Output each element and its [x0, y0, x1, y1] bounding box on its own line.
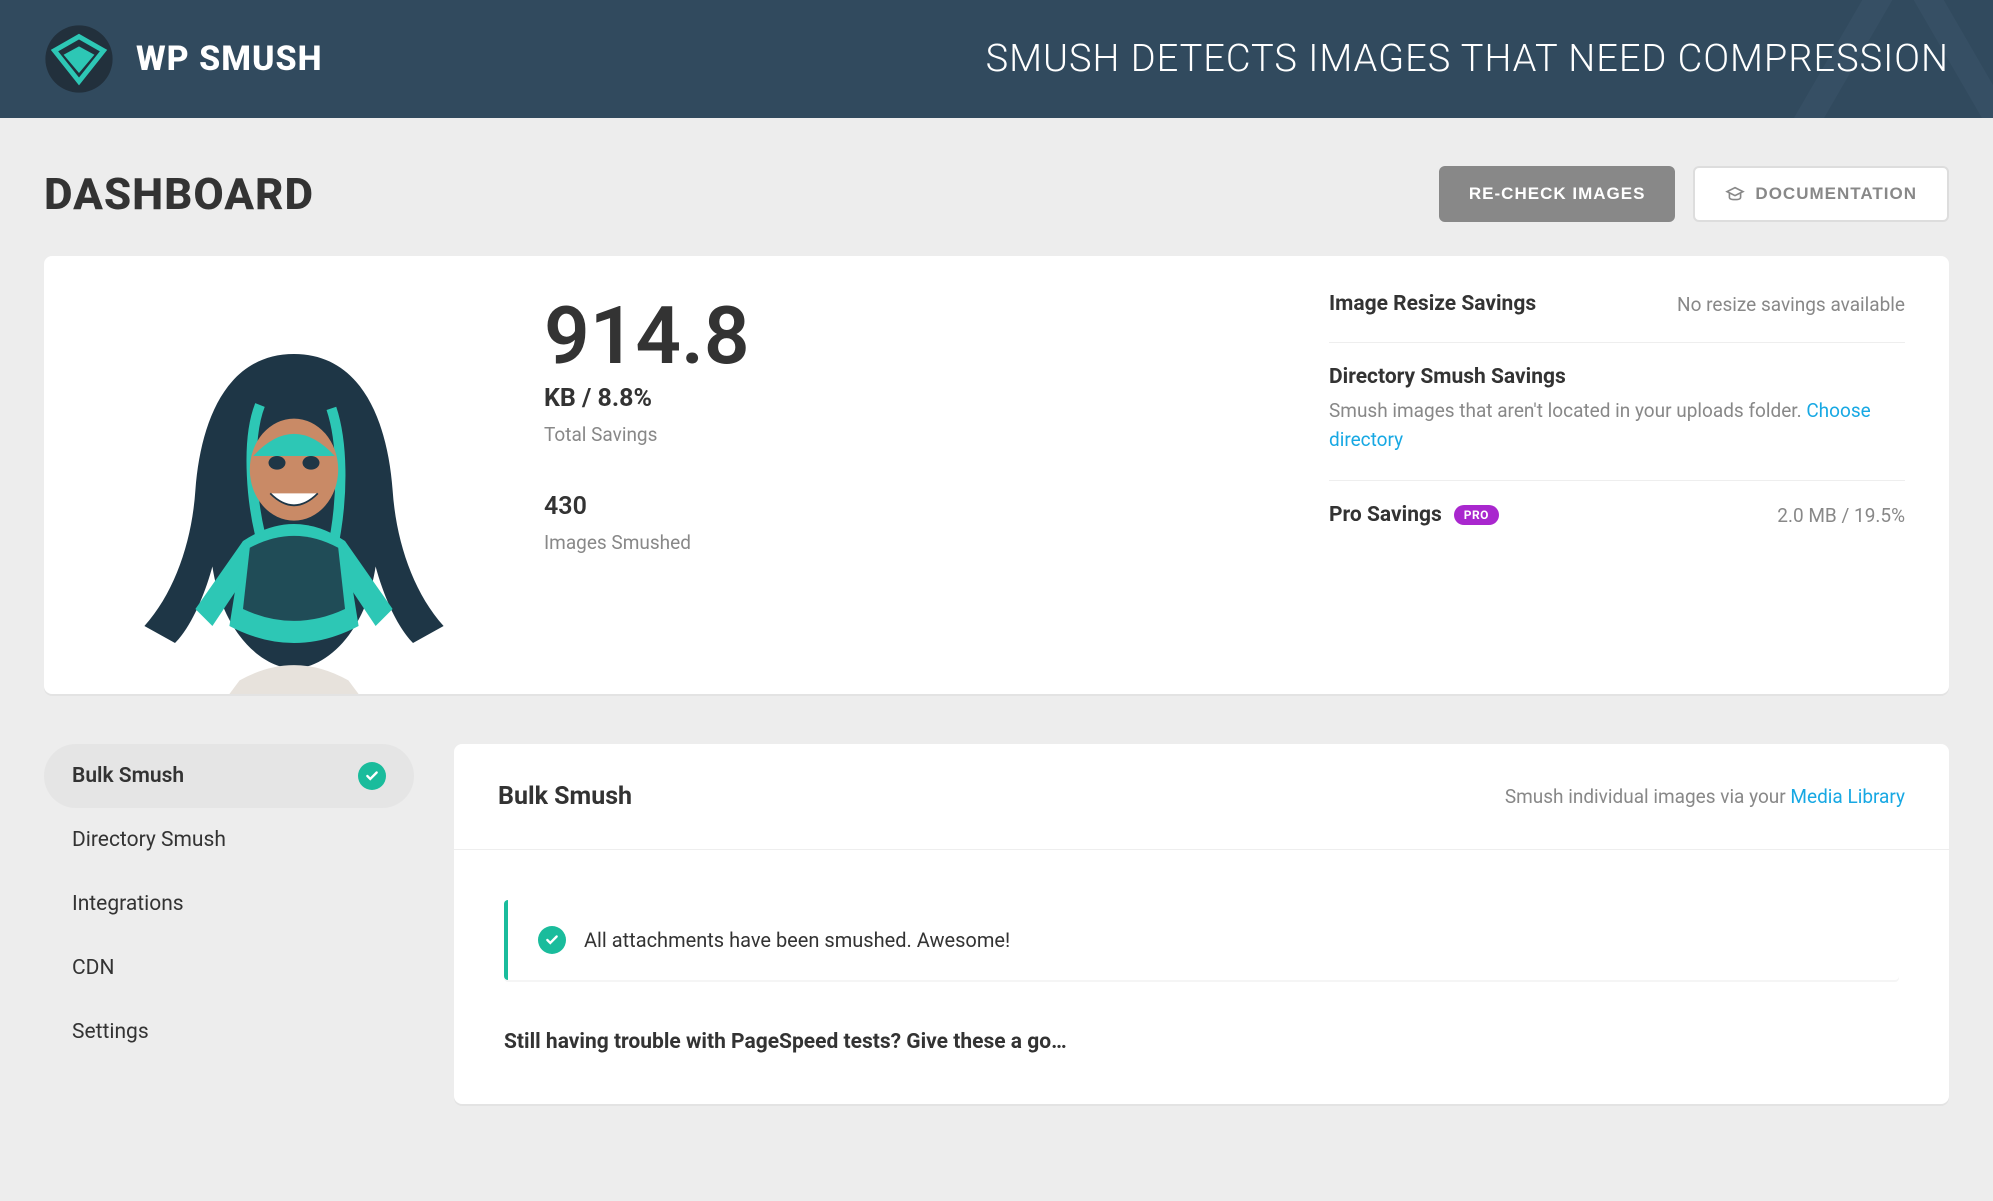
total-savings-value: 914.8 — [544, 296, 1329, 376]
pro-savings-title: Pro Savings — [1329, 503, 1442, 527]
resize-savings-title: Image Resize Savings — [1329, 292, 1536, 316]
total-savings-label: Total Savings — [544, 423, 1329, 446]
success-notice: All attachments have been smushed. Aweso… — [504, 900, 1899, 980]
brand-logo-icon — [44, 24, 114, 94]
nav-directory-smush[interactable]: Directory Smush — [44, 808, 414, 872]
nav-integrations[interactable]: Integrations — [44, 872, 414, 936]
images-smushed-value: 430 — [544, 492, 1329, 521]
check-icon — [358, 762, 386, 790]
nav-bulk-smush[interactable]: Bulk Smush — [44, 744, 414, 808]
banner-headline: SMUSH DETECTS IMAGES THAT NEED COMPRESSI… — [986, 37, 1949, 81]
documentation-button[interactable]: DOCUMENTATION — [1693, 166, 1949, 222]
summary-card: 914.8 KB / 8.8% Total Savings 430 Images… — [44, 256, 1949, 694]
nav-item-label: CDN — [72, 956, 114, 980]
check-icon — [538, 926, 566, 954]
directory-savings-desc: Smush images that aren't located in your… — [1329, 399, 1806, 422]
bulk-smush-panel: Bulk Smush Smush individual images via y… — [454, 744, 1949, 1104]
directory-savings-title: Directory Smush Savings — [1329, 365, 1566, 389]
nav-settings[interactable]: Settings — [44, 1000, 414, 1064]
resize-savings-value: No resize savings available — [1677, 293, 1905, 316]
settings-nav: Bulk Smush Directory Smush Integrations … — [44, 744, 414, 1104]
total-savings-unit: KB / 8.8% — [544, 384, 1329, 413]
pro-badge: PRO — [1454, 505, 1499, 525]
pro-savings-value: 2.0 MB / 19.5% — [1777, 504, 1905, 527]
recheck-images-button[interactable]: RE-CHECK IMAGES — [1439, 166, 1676, 222]
panel-title: Bulk Smush — [498, 782, 632, 811]
nav-item-label: Settings — [72, 1020, 149, 1044]
top-banner: WP SMUSH SMUSH DETECTS IMAGES THAT NEED … — [0, 0, 1993, 118]
pagespeed-subhead: Still having trouble with PageSpeed test… — [454, 1030, 1949, 1104]
brand-name: WP SMUSH — [136, 39, 323, 79]
recheck-images-label: RE-CHECK IMAGES — [1469, 184, 1646, 204]
nav-item-label: Directory Smush — [72, 828, 226, 852]
hero-illustration — [44, 286, 544, 694]
page-title: DASHBOARD — [44, 168, 314, 220]
nav-cdn[interactable]: CDN — [44, 936, 414, 1000]
documentation-label: DOCUMENTATION — [1755, 184, 1917, 204]
images-smushed-label: Images Smushed — [544, 531, 1329, 554]
media-library-link[interactable]: Media Library — [1790, 785, 1905, 808]
notice-text: All attachments have been smushed. Aweso… — [584, 928, 1010, 952]
panel-hint-text: Smush individual images via your — [1505, 785, 1791, 808]
graduation-cap-icon — [1725, 186, 1745, 202]
nav-item-label: Integrations — [72, 892, 184, 916]
nav-item-label: Bulk Smush — [72, 764, 184, 788]
